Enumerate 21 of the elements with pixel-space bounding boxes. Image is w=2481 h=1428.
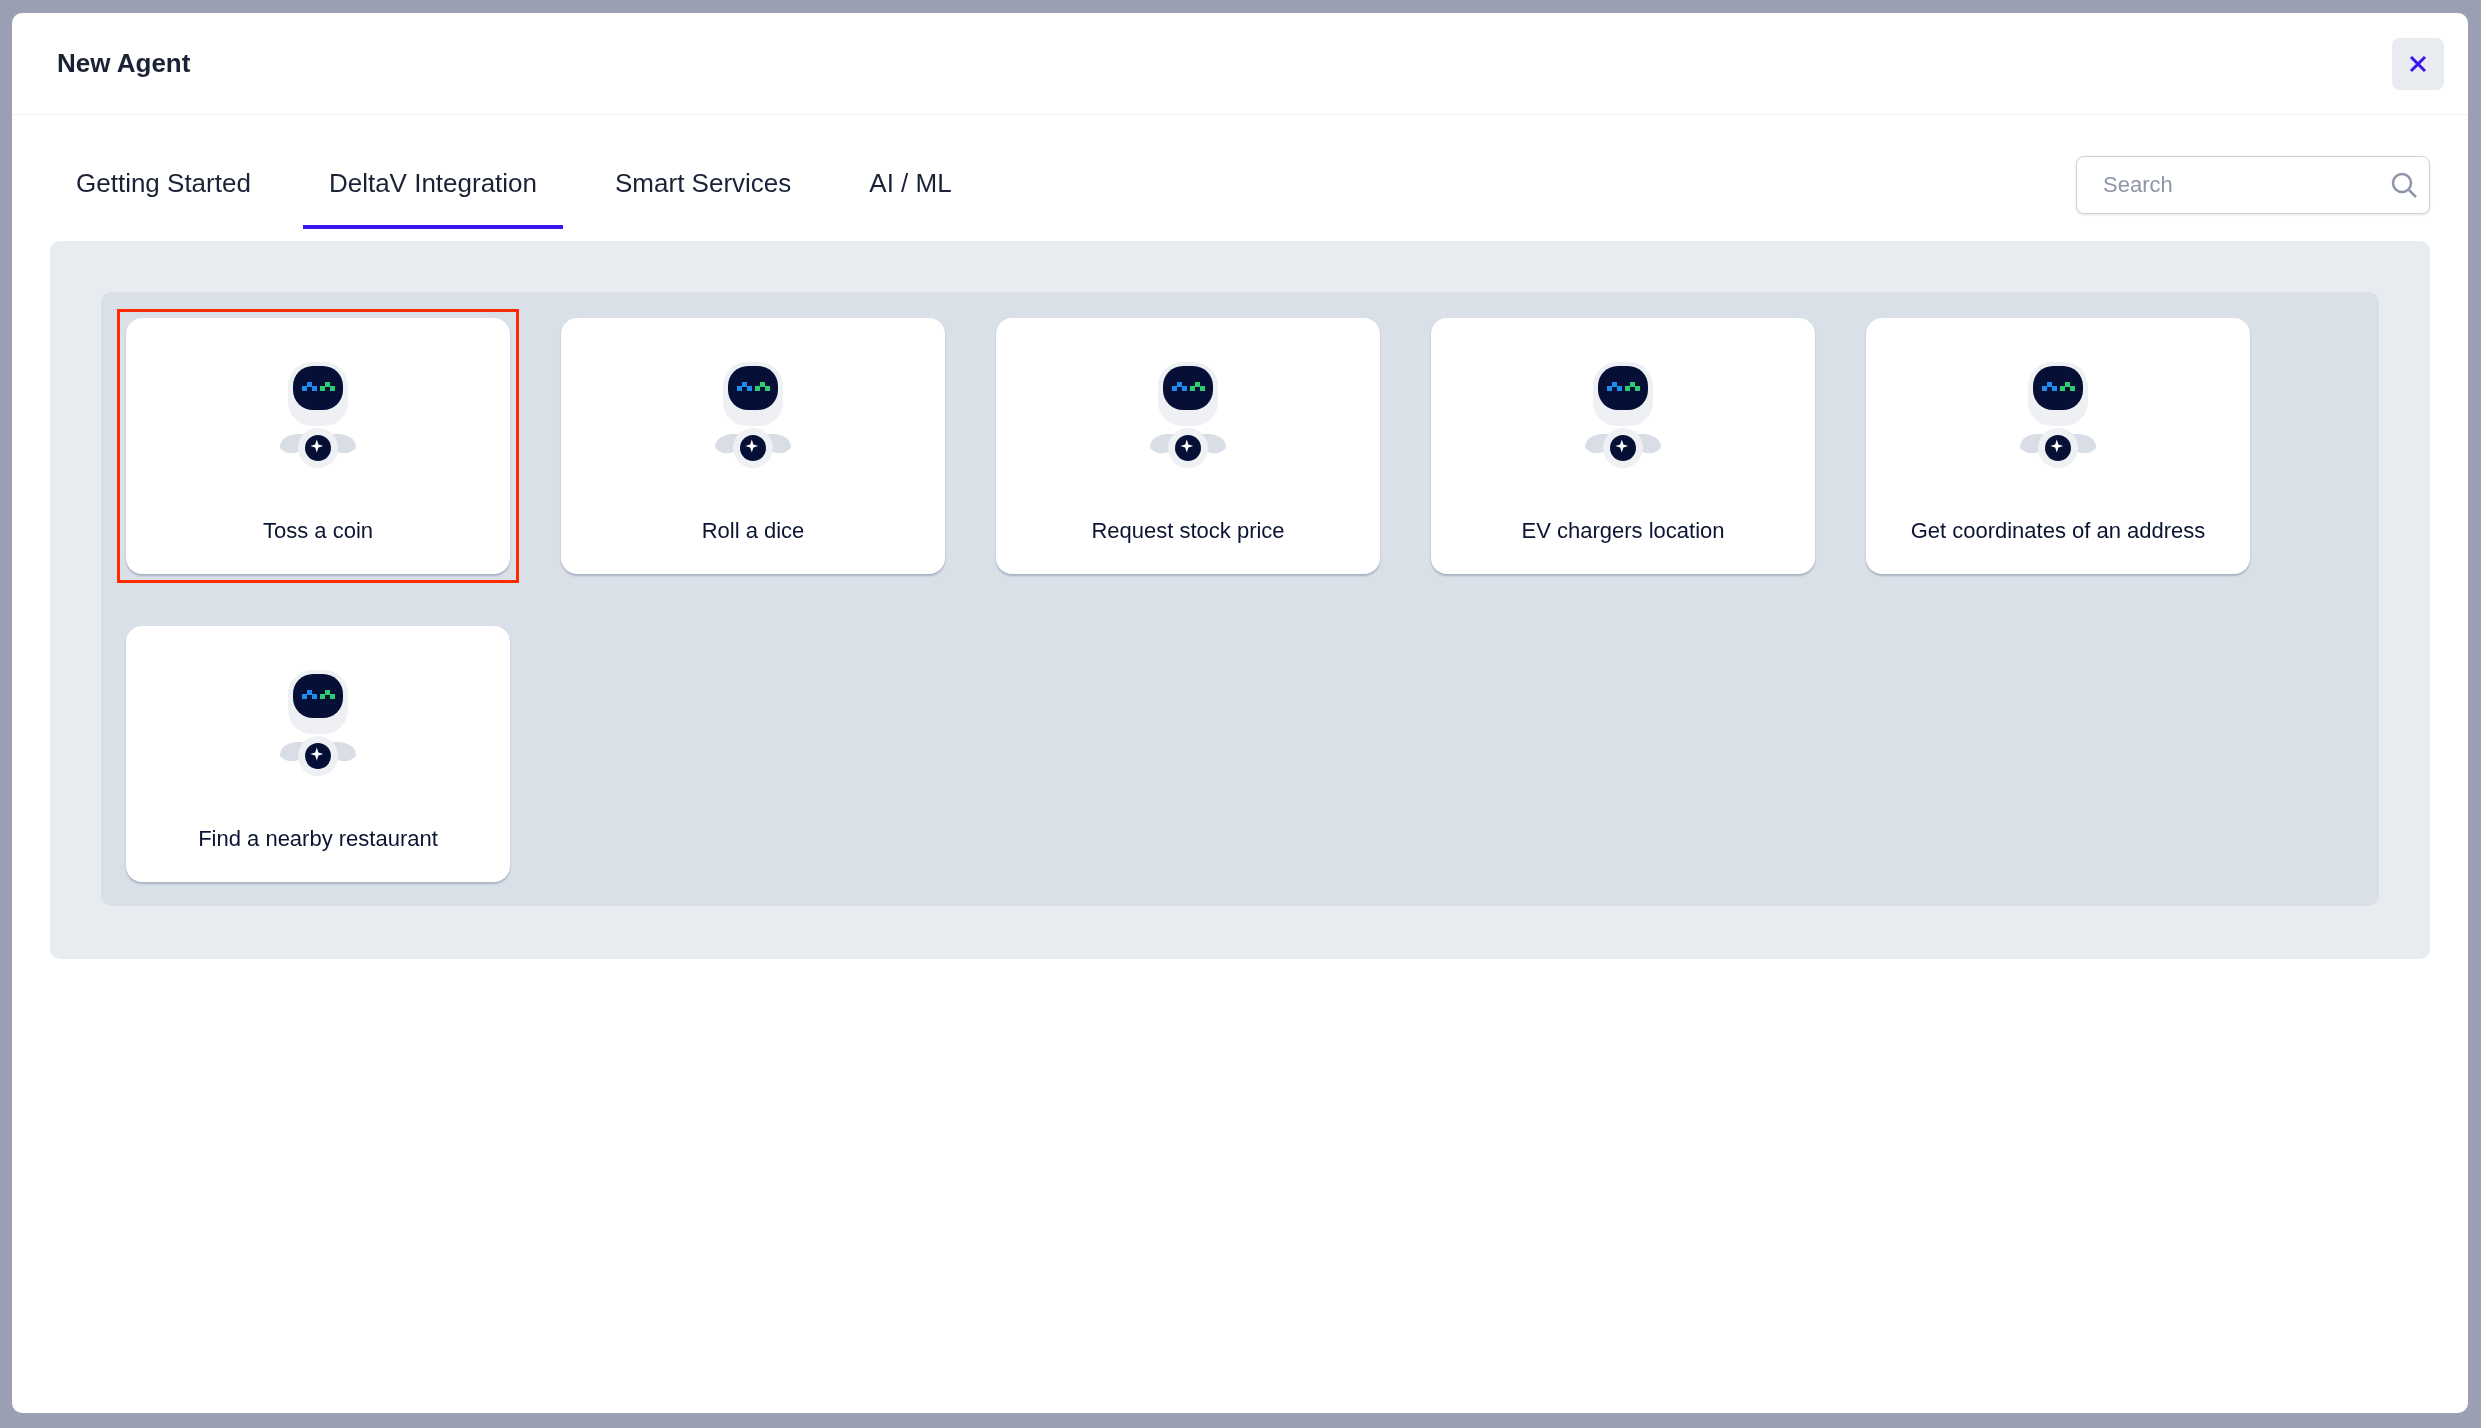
agent-label: EV chargers location [1521, 517, 1725, 545]
close-button[interactable] [2392, 37, 2444, 90]
agent-label: Request stock price [1091, 517, 1285, 545]
search-icon [2390, 171, 2418, 199]
agent-card[interactable]: Find a nearby restaurant [126, 626, 510, 882]
tab[interactable]: Smart Services [589, 141, 818, 229]
agent-label: Toss a coin [262, 517, 374, 545]
agent-card[interactable]: Toss a coin [126, 318, 510, 574]
search-field[interactable]: Search [2076, 156, 2430, 214]
dialog-title: New Agent [57, 47, 191, 80]
tab[interactable]: Getting Started [50, 141, 277, 229]
agent-label: Get coordinates of an address [1910, 517, 2206, 545]
close-icon [2409, 54, 2427, 73]
agent-card[interactable]: Roll a dice [561, 318, 945, 574]
tab[interactable]: DeltaV Integration [302, 141, 564, 229]
tab[interactable]: AI / ML [843, 141, 978, 229]
agent-card[interactable]: EV chargers location [1431, 318, 1815, 574]
agent-card[interactable]: Get coordinates of an address [1866, 318, 2250, 574]
agent-label: Find a nearby restaurant [198, 825, 438, 853]
agent-card[interactable]: Request stock price [996, 318, 1380, 574]
agent-label: Roll a dice [701, 517, 805, 545]
